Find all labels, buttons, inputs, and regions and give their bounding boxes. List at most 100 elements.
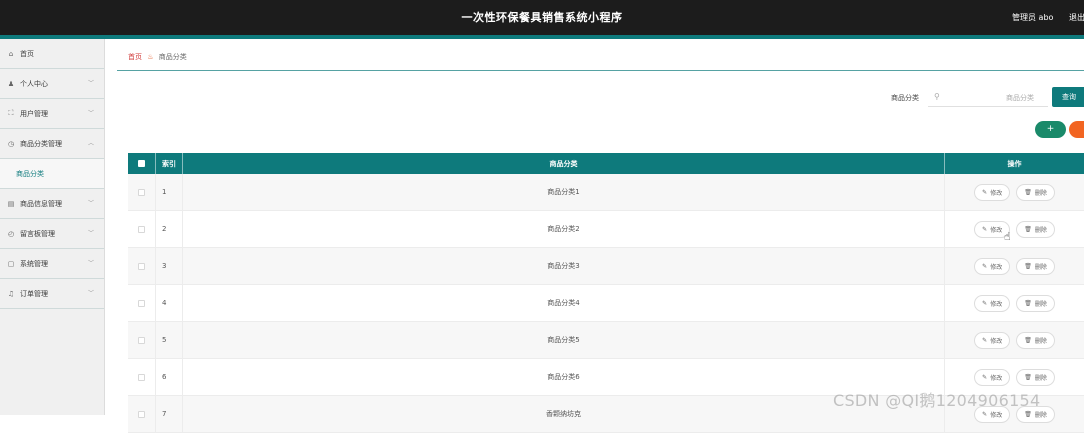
edit-button[interactable]: ✎ 修改: [974, 368, 1011, 386]
chevron-down-icon: ﹀: [87, 80, 94, 87]
chevron-down-icon: ﹀: [87, 110, 94, 117]
row-checkbox[interactable]: [138, 262, 145, 270]
select-all-checkbox[interactable]: [138, 160, 145, 167]
sidebar-item-category-management[interactable]: ◷ 商品分类管理 ︿: [0, 129, 104, 159]
edit-label: 修改: [990, 263, 1003, 271]
edit-label: 修改: [990, 337, 1003, 345]
select-all-cell[interactable]: [128, 153, 155, 174]
table-row: 1 商品分类1 ✎ 修改 🗑 删除: [128, 174, 1084, 211]
home-icon: ⌂: [8, 49, 14, 58]
chevron-down-icon: ﹀: [87, 260, 94, 267]
query-button[interactable]: 查询: [1052, 87, 1084, 107]
row-checkbox[interactable]: [138, 299, 145, 307]
delete-button[interactable]: 🗑 删除: [1016, 294, 1055, 312]
row-checkbox[interactable]: [138, 188, 145, 196]
sidebar-item-orders[interactable]: ♫ 订单管理 ﹀: [0, 279, 104, 309]
chevron-up-icon: ︿: [87, 140, 94, 147]
row-index: 1: [155, 174, 182, 210]
trash-icon: 🗑: [1024, 410, 1032, 418]
sidebar-item-label: 用户管理: [20, 109, 48, 118]
row-checkbox[interactable]: [138, 373, 145, 381]
delete-label: 删除: [1034, 189, 1047, 197]
edit-label: 修改: [990, 189, 1003, 197]
delete-button[interactable]: 🗑 删除: [1016, 183, 1055, 201]
trash-icon: 🗑: [1024, 373, 1032, 381]
row-category: 商品分类6: [182, 359, 944, 395]
row-checkbox[interactable]: [138, 336, 145, 344]
sidebar-item-product-info[interactable]: ▤ 商品信息管理 ﹀: [0, 189, 104, 219]
table-row: 4 商品分类4 ✎ 修改 🗑 删除: [128, 285, 1084, 322]
clock-icon: ◷: [7, 139, 15, 148]
sidebar-subitem-category[interactable]: 商品分类: [0, 159, 104, 189]
search-input[interactable]: ⚲ 商品分类: [928, 87, 1048, 107]
sidebar-item-personal-center[interactable]: ♟ 个人中心 ﹀: [0, 69, 104, 99]
chevron-down-icon: ﹀: [87, 290, 94, 297]
sidebar-item-label: 订单管理: [20, 289, 48, 298]
home-icon: ♨: [147, 53, 154, 61]
trash-icon: 🗑: [1024, 225, 1032, 233]
table-row: 3 商品分类3 ✎ 修改 🗑 删除: [128, 248, 1084, 285]
breadcrumb: 首页 ♨ 商品分类: [128, 52, 187, 62]
bell-icon: ♫: [7, 289, 15, 298]
delete-label: 删除: [1034, 374, 1047, 382]
edit-button[interactable]: ✎ 修改: [974, 294, 1011, 312]
trash-icon: 🗑: [1024, 262, 1032, 270]
header-category: 商品分类: [182, 153, 944, 174]
watermark: CSDN @QI鹅1204906154: [833, 391, 1041, 410]
sidebar-item-home[interactable]: ⌂ 首页: [0, 39, 104, 69]
delete-label: 删除: [1034, 300, 1047, 308]
add-button[interactable]: +: [1035, 121, 1066, 138]
edit-label: 修改: [990, 374, 1003, 382]
sidebar-item-user-management[interactable]: ⛶ 用户管理 ﹀: [0, 99, 104, 129]
sidebar-item-label: 首页: [20, 49, 34, 58]
sidebar-item-label: 留言板管理: [20, 229, 55, 238]
admin-user-label: 管理员 abo: [1012, 13, 1054, 22]
table-row: 2 商品分类2 ✎ 修改 🗑 删除: [128, 211, 1084, 248]
window-icon: ▢: [7, 259, 15, 268]
sidebar-item-label: 系统管理: [20, 259, 48, 268]
sidebar-item-label: 商品分类: [16, 169, 44, 178]
chevron-down-icon: ﹀: [87, 200, 94, 207]
breadcrumb-divider: [117, 70, 1084, 71]
edit-label: 修改: [990, 300, 1003, 308]
row-index: 7: [155, 396, 182, 432]
delete-label: 删除: [1034, 226, 1047, 234]
logout-link[interactable]: 退出: [1069, 0, 1084, 35]
breadcrumb-current: 商品分类: [158, 53, 187, 61]
delete-button[interactable]: 🗑 删除: [1016, 257, 1055, 275]
sidebar-item-system[interactable]: ▢ 系统管理 ﹀: [0, 249, 104, 279]
edit-icon: ✎: [982, 188, 988, 196]
top-bar: 一次性环保餐具销售系统小程序 管理员 abo 退出: [0, 0, 1084, 39]
row-category: 香颗纳坊克: [182, 396, 944, 432]
header-index: 索引: [155, 153, 182, 174]
chevron-down-icon: ﹀: [87, 230, 94, 237]
row-checkbox[interactable]: [138, 410, 145, 418]
delete-label: 删除: [1034, 337, 1047, 345]
bulk-delete-button[interactable]: [1069, 121, 1084, 138]
edit-icon: ✎: [982, 262, 988, 270]
edit-button[interactable]: ✎ 修改: [974, 331, 1011, 349]
edit-icon: ✎: [982, 336, 988, 344]
trash-icon: 🗑: [1024, 336, 1032, 344]
row-category: 商品分类1: [182, 174, 944, 210]
search-placeholder: 商品分类: [1006, 94, 1034, 102]
breadcrumb-home[interactable]: 首页: [128, 53, 142, 61]
edit-icon: ✎: [982, 299, 988, 307]
delete-button[interactable]: 🗑 删除: [1016, 368, 1055, 386]
row-index: 6: [155, 359, 182, 395]
sidebar: ⌂ 首页 ♟ 个人中心 ﹀ ⛶ 用户管理 ﹀ ◷ 商品分类管理 ︿ 商品分类 ▤…: [0, 39, 105, 415]
delete-button[interactable]: 🗑 删除: [1016, 220, 1055, 238]
row-checkbox[interactable]: [138, 225, 145, 233]
edit-button[interactable]: ✎ 修改: [974, 257, 1011, 275]
app-title: 一次性环保餐具销售系统小程序: [461, 11, 623, 24]
edit-button[interactable]: ✎ 修改: [974, 183, 1011, 201]
history-icon: ◴: [7, 229, 15, 238]
pointer-cursor-icon: ☝: [1004, 230, 1011, 243]
sidebar-item-message-board[interactable]: ◴ 留言板管理 ﹀: [0, 219, 104, 249]
sidebar-item-label: 商品分类管理: [20, 139, 62, 148]
search-label: 商品分类: [891, 94, 919, 102]
sidebar-item-label: 商品信息管理: [20, 199, 62, 208]
trash-icon: 🗑: [1024, 188, 1032, 196]
edit-icon: ✎: [982, 373, 988, 381]
delete-button[interactable]: 🗑 删除: [1016, 331, 1055, 349]
